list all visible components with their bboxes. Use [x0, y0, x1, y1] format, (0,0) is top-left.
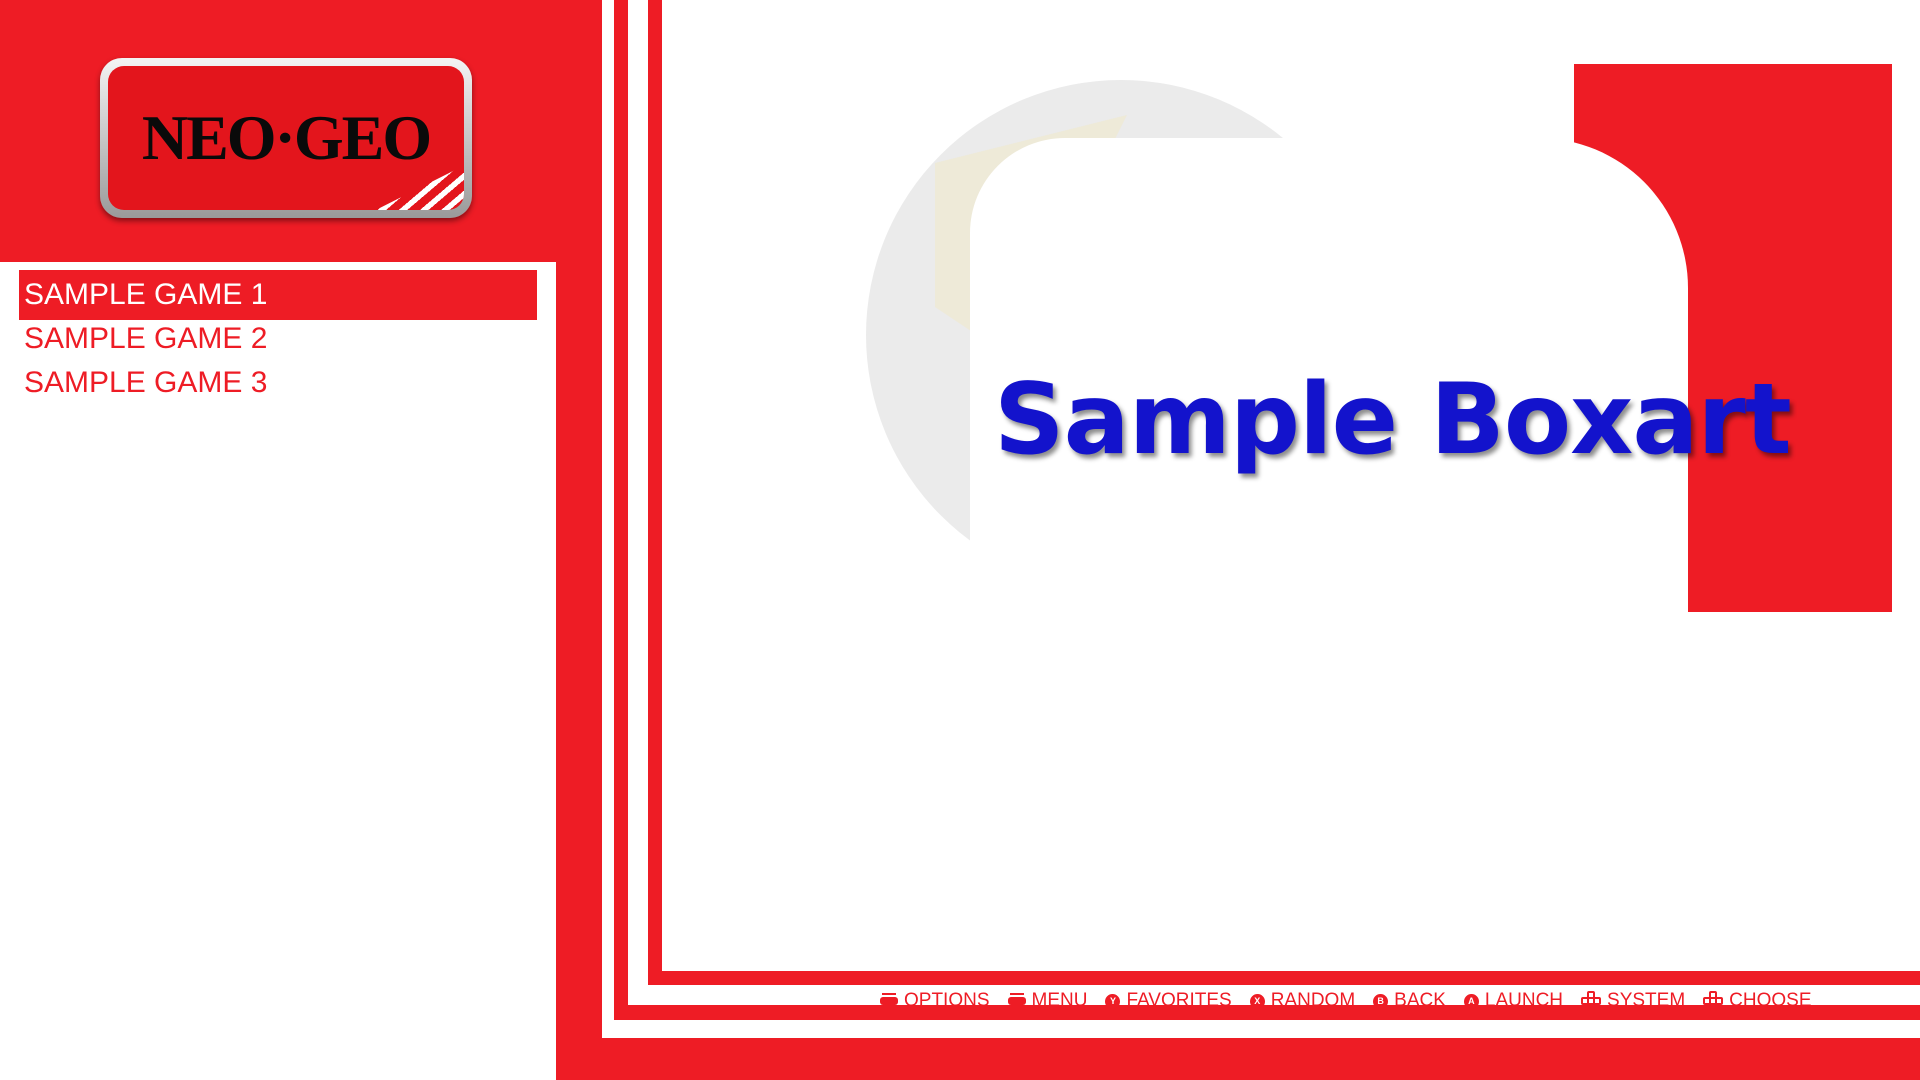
a-button-icon: A: [1463, 993, 1479, 1009]
help-item-back: B BACK: [1373, 990, 1446, 1012]
game-list-item[interactable]: SAMPLE GAME 3: [19, 358, 537, 408]
help-label: SYSTEM: [1607, 990, 1686, 1011]
neogeo-logo: NEO·GEO: [100, 58, 472, 218]
game-list-item[interactable]: SAMPLE GAME 2: [19, 314, 537, 364]
help-label: FAVORITES: [1126, 990, 1232, 1011]
help-bar: OPTIONS MENU Y FAVORITES X RANDOM B BACK…: [880, 986, 1812, 1016]
y-button-icon: Y: [1105, 993, 1121, 1009]
help-item-menu: MENU: [1007, 990, 1088, 1012]
frame-stripe: [648, 971, 1920, 985]
frame-stripe: [594, 0, 602, 1040]
help-label: OPTIONS: [904, 990, 990, 1011]
help-label: MENU: [1031, 990, 1088, 1011]
x-button-icon: X: [1249, 993, 1265, 1009]
logo-plate: NEO·GEO: [108, 66, 464, 210]
b-button-icon: B: [1373, 993, 1389, 1009]
help-item-options: OPTIONS: [880, 990, 990, 1012]
game-list: SAMPLE GAME 1 SAMPLE GAME 2 SAMPLE GAME …: [0, 262, 556, 1080]
help-item-choose: CHOOSE: [1703, 990, 1812, 1012]
help-item-random: X RANDOM: [1249, 990, 1356, 1012]
logo-text: NEO·GEO: [141, 102, 432, 173]
dpad-vertical-icon: [1703, 991, 1724, 1011]
help-item-launch: A LAUNCH: [1463, 990, 1564, 1012]
frame-stripe: [594, 1038, 1920, 1080]
help-label: RANDOM: [1270, 990, 1356, 1011]
help-label: LAUNCH: [1484, 990, 1564, 1011]
select-button-icon: [880, 993, 898, 1005]
game-list-item[interactable]: SAMPLE GAME 1: [19, 270, 537, 320]
frame-stripe: [614, 0, 628, 1020]
help-label: CHOOSE: [1729, 990, 1812, 1011]
boxart-title: Sample Boxart: [994, 363, 1792, 477]
help-item-favorites: Y FAVORITES: [1105, 990, 1232, 1012]
help-label: BACK: [1394, 990, 1446, 1011]
start-button-icon: [1007, 993, 1026, 1005]
list-border: [556, 262, 594, 1080]
help-item-system: SYSTEM: [1581, 990, 1685, 1012]
frame-stripe: [648, 0, 662, 985]
dpad-horizontal-icon: [1581, 991, 1602, 1011]
